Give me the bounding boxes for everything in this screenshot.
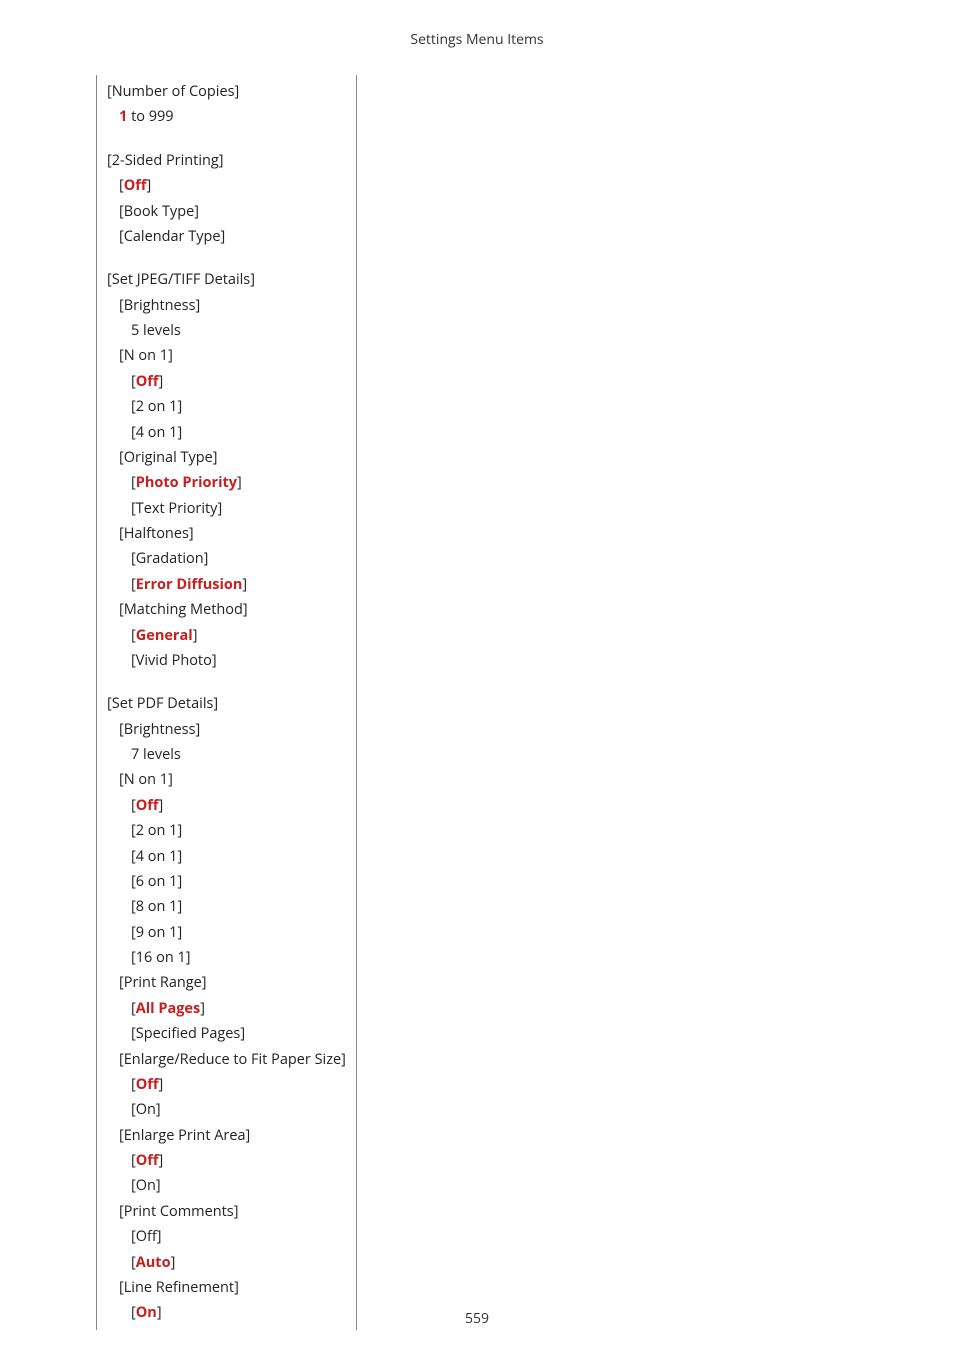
section-jpeg-tiff: [Set JPEG/TIFF Details] [Brightness] 5 l… [107, 267, 346, 673]
section-number-of-copies: [Number of Copies] 1 to 999 [107, 79, 346, 130]
pdf-comments-off: [Off] [107, 1224, 346, 1249]
pdf-title: [Set PDF Details] [107, 691, 346, 716]
jpeg-title: [Set JPEG/TIFF Details] [107, 267, 346, 292]
pdf-enlargefit-off-value: Off [136, 1075, 159, 1094]
pdf-non1-4: [4 on 1] [107, 844, 346, 869]
pdf-printrange-label: [Print Range] [107, 970, 346, 995]
copies-title: [Number of Copies] [107, 79, 346, 104]
two-sided-title: [2-Sided Printing] [107, 148, 346, 173]
copies-range: 1 to 999 [107, 104, 346, 129]
jpeg-original-text: [Text Priority] [107, 496, 346, 521]
jpeg-original-photo-value: Photo Priority [136, 473, 237, 492]
jpeg-halftones-error-value: Error Diffusion [136, 575, 243, 594]
pdf-non1-8: [8 on 1] [107, 894, 346, 919]
two-sided-off: [Off] [107, 173, 346, 198]
pdf-comments-label: [Print Comments] [107, 1199, 346, 1224]
pdf-comments-auto: [Auto] [107, 1250, 346, 1275]
jpeg-non1-off: [Off] [107, 369, 346, 394]
jpeg-halftones-error: [Error Diffusion] [107, 572, 346, 597]
pdf-comments-auto-value: Auto [136, 1253, 171, 1272]
pdf-printrange-all-value: All Pages [136, 999, 200, 1018]
copies-range-suffix: to 999 [127, 107, 173, 126]
pdf-non1-2: [2 on 1] [107, 818, 346, 843]
two-sided-off-value: Off [124, 176, 147, 195]
pdf-non1-label: [N on 1] [107, 767, 346, 792]
pdf-non1-off-value: Off [136, 796, 159, 815]
jpeg-non1-label: [N on 1] [107, 343, 346, 368]
jpeg-matching-vivid: [Vivid Photo] [107, 648, 346, 673]
content-area: [Number of Copies] 1 to 999 [2-Sided Pri… [0, 59, 954, 1330]
pdf-brightness-value: 7 levels [107, 742, 346, 767]
pdf-non1-16: [16 on 1] [107, 945, 346, 970]
pdf-linerefine-label: [Line Refinement] [107, 1275, 346, 1300]
pdf-enlargearea-off: [Off] [107, 1148, 346, 1173]
pdf-printrange-all: [All Pages] [107, 996, 346, 1021]
page-header: Settings Menu Items [0, 0, 954, 59]
jpeg-non1-off-value: Off [136, 372, 159, 391]
jpeg-original-photo: [Photo Priority] [107, 470, 346, 495]
settings-column: [Number of Copies] 1 to 999 [2-Sided Pri… [96, 75, 357, 1330]
pdf-enlargearea-label: [Enlarge Print Area] [107, 1123, 346, 1148]
jpeg-halftones-label: [Halftones] [107, 521, 346, 546]
page-number: 559 [0, 1309, 954, 1328]
pdf-enlargefit-label: [Enlarge/Reduce to Fit Paper Size] [107, 1047, 346, 1072]
jpeg-brightness-value: 5 levels [107, 318, 346, 343]
jpeg-non1-4: [4 on 1] [107, 420, 346, 445]
pdf-non1-off: [Off] [107, 793, 346, 818]
jpeg-brightness-label: [Brightness] [107, 293, 346, 318]
pdf-brightness-label: [Brightness] [107, 717, 346, 742]
jpeg-matching-general: [General] [107, 623, 346, 648]
pdf-enlargearea-on: [On] [107, 1173, 346, 1198]
jpeg-halftones-gradation: [Gradation] [107, 546, 346, 571]
two-sided-calendar: [Calendar Type] [107, 224, 346, 249]
two-sided-book: [Book Type] [107, 199, 346, 224]
pdf-non1-9: [9 on 1] [107, 920, 346, 945]
section-pdf: [Set PDF Details] [Brightness] 7 levels … [107, 691, 346, 1325]
pdf-enlargearea-off-value: Off [136, 1151, 159, 1170]
jpeg-non1-2: [2 on 1] [107, 394, 346, 419]
pdf-non1-6: [6 on 1] [107, 869, 346, 894]
section-two-sided: [2-Sided Printing] [Off] [Book Type] [Ca… [107, 148, 346, 250]
pdf-enlargefit-on: [On] [107, 1097, 346, 1122]
pdf-printrange-specified: [Specified Pages] [107, 1021, 346, 1046]
jpeg-original-label: [Original Type] [107, 445, 346, 470]
pdf-enlargefit-off: [Off] [107, 1072, 346, 1097]
jpeg-matching-label: [Matching Method] [107, 597, 346, 622]
jpeg-matching-general-value: General [136, 626, 193, 645]
